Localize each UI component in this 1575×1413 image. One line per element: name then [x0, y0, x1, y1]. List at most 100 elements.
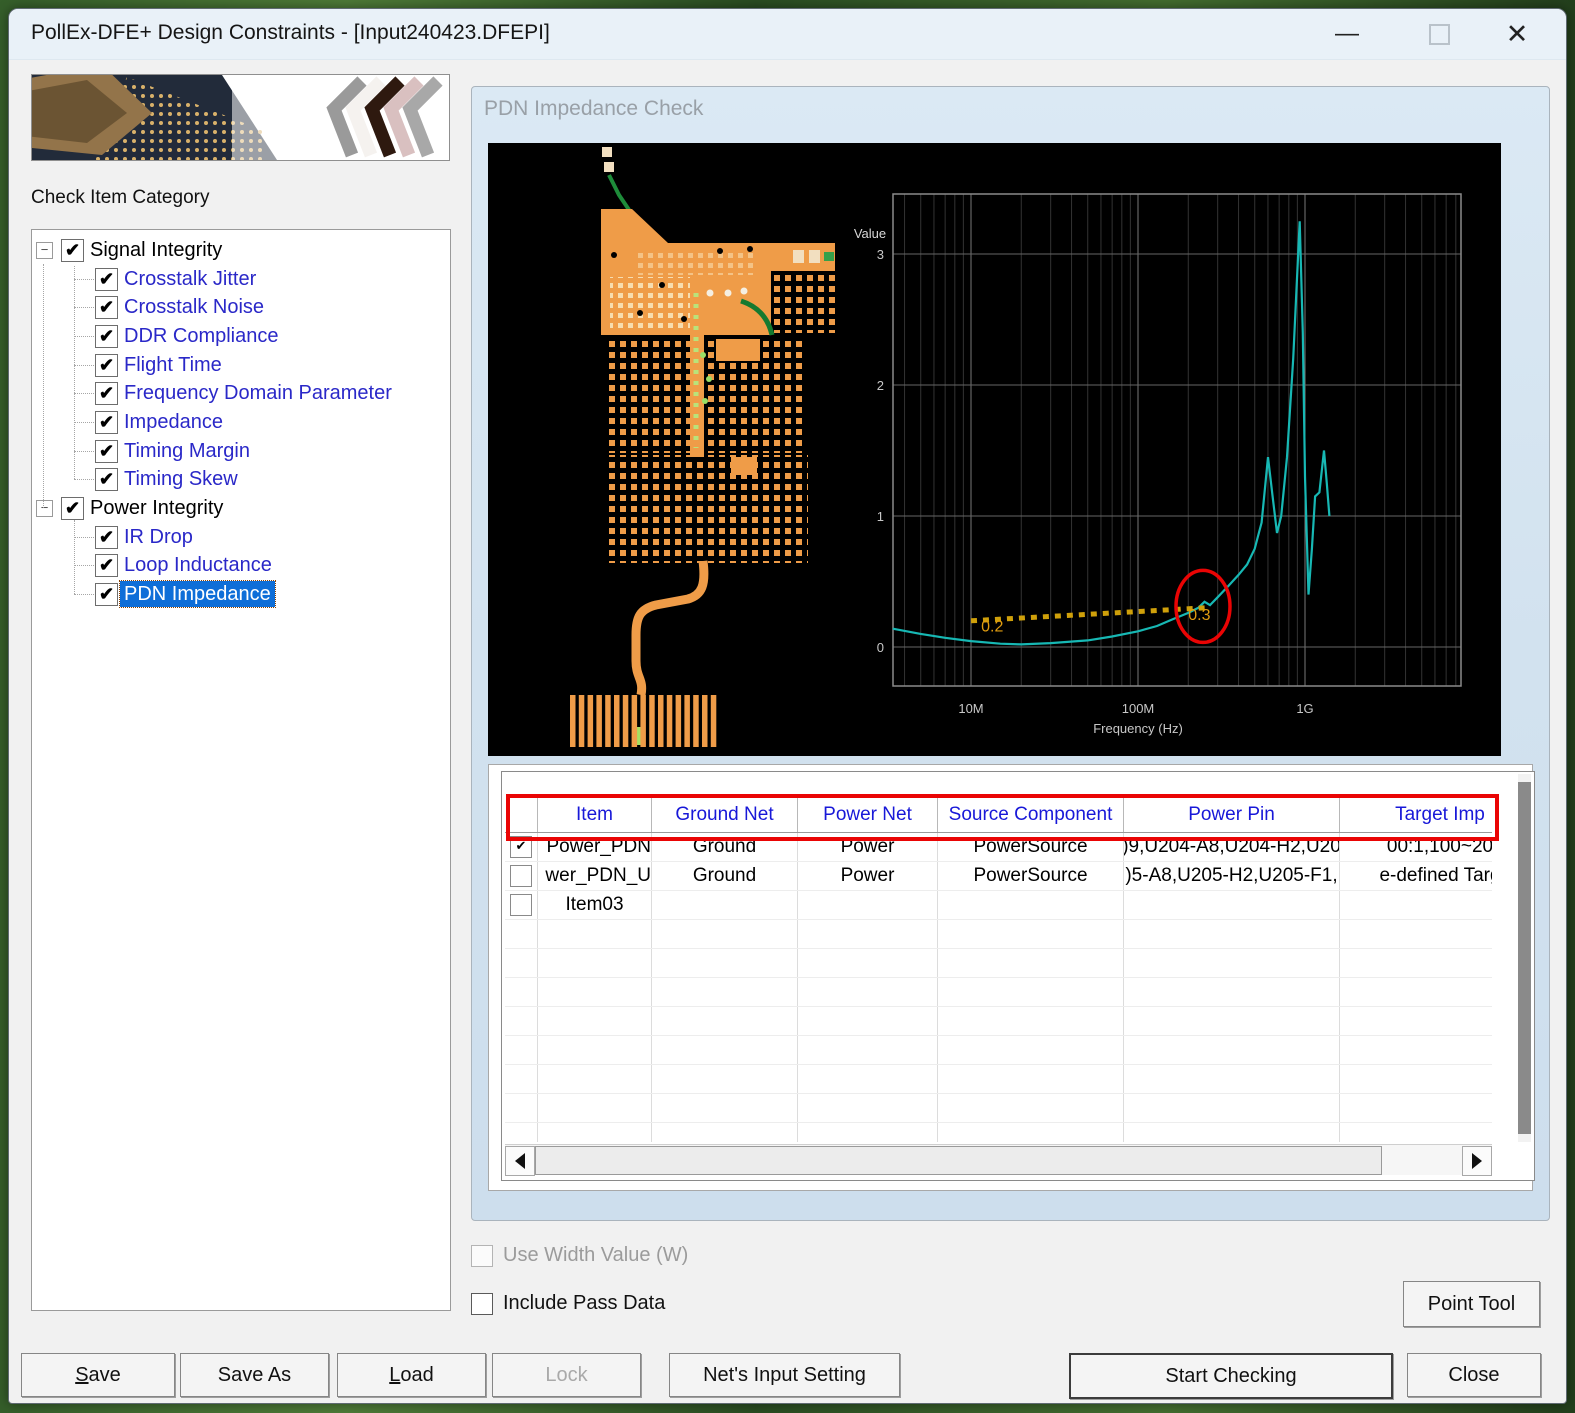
tree-item-signal-integrity[interactable]: −✔Signal Integrity [32, 236, 450, 264]
pcb-layout-graphic [570, 147, 835, 747]
column-header-item[interactable]: Item [538, 797, 652, 832]
table-cell[interactable]: Power [798, 862, 938, 890]
table-cell[interactable]: 00:1,100~20 [1340, 833, 1492, 861]
tree-item-timing-skew[interactable]: ✔Timing Skew [32, 465, 450, 493]
table-cell[interactable]: Ground [652, 862, 798, 890]
tree-item-power-integrity[interactable]: −✔Power Integrity [32, 494, 450, 522]
table-cell[interactable]: Item03 [538, 891, 652, 919]
connector-pin [658, 695, 664, 747]
row-checkbox[interactable] [510, 865, 532, 887]
tree-item-label[interactable]: Loop Inductance [120, 552, 276, 578]
tree-checkbox[interactable]: ✔ [95, 468, 118, 491]
tree-checkbox[interactable]: ✔ [95, 526, 118, 549]
table-cell[interactable]: Power_PDN [538, 833, 652, 861]
table-cell[interactable] [1340, 891, 1492, 919]
table-cell[interactable] [798, 891, 938, 919]
tree-checkbox[interactable]: ✔ [61, 239, 84, 262]
tree-item-label[interactable]: Frequency Domain Parameter [120, 380, 396, 406]
row-checkbox[interactable] [510, 894, 532, 916]
minimize-icon[interactable]: — [1324, 17, 1370, 51]
tree-item-frequency-domain-parameter[interactable]: ✔Frequency Domain Parameter [32, 379, 450, 407]
tree-item-label[interactable]: Power Integrity [86, 495, 227, 521]
column-header-power-net[interactable]: Power Net [798, 797, 938, 832]
tree-checkbox[interactable]: ✔ [61, 497, 84, 520]
tree-item-loop-inductance[interactable]: ✔Loop Inductance [32, 551, 450, 579]
table-cell[interactable]: wer_PDN_U [538, 862, 652, 890]
tree-checkbox[interactable]: ✔ [95, 268, 118, 291]
scroll-right-icon[interactable] [1462, 1146, 1492, 1176]
tree-item-pdn-impedance[interactable]: ✔PDN Impedance [32, 580, 450, 608]
tree-item-label[interactable]: Crosstalk Noise [120, 294, 268, 320]
vertical-scroll-thumb[interactable] [1518, 782, 1531, 1134]
tree-item-label[interactable]: Flight Time [120, 352, 226, 378]
table-cell[interactable] [938, 891, 1124, 919]
tree-item-label[interactable]: Crosstalk Jitter [120, 266, 260, 292]
save-as-button[interactable]: Save As [180, 1353, 329, 1397]
tree-item-ir-drop[interactable]: ✔IR Drop [32, 523, 450, 551]
maximize-icon[interactable] [1416, 17, 1462, 51]
horizontal-scrollbar[interactable] [505, 1144, 1492, 1175]
tree-item-crosstalk-jitter[interactable]: ✔Crosstalk Jitter [32, 265, 450, 293]
empty-cell [1124, 1123, 1340, 1142]
close-button[interactable]: Close [1407, 1353, 1541, 1397]
table-cell[interactable] [652, 891, 798, 919]
tree-item-label[interactable]: Signal Integrity [86, 237, 226, 263]
tree-item-label[interactable]: Impedance [120, 409, 227, 435]
tree-item-crosstalk-noise[interactable]: ✔Crosstalk Noise [32, 293, 450, 321]
save-button[interactable]: Save [21, 1353, 175, 1397]
table-row[interactable]: ✔ Power_PDNGroundPowerPowerSource)9,U204-… [505, 833, 1492, 862]
table-row[interactable]: wer_PDN_UGroundPowerPowerSource)5-A8,U20… [505, 862, 1492, 891]
row-checkbox[interactable]: ✔ [510, 836, 532, 858]
tree-checkbox[interactable]: ✔ [95, 583, 118, 606]
tree-item-label[interactable]: Timing Margin [120, 438, 254, 464]
empty-cell [652, 1065, 798, 1093]
empty-cell [938, 1007, 1124, 1035]
tree-checkbox[interactable]: ✔ [95, 440, 118, 463]
connector-pin [632, 695, 638, 747]
vertical-scrollbar[interactable] [1518, 774, 1531, 1142]
tree-checkbox[interactable]: ✔ [95, 382, 118, 405]
tree-checkbox[interactable]: ✔ [95, 296, 118, 319]
tree-item-label[interactable]: IR Drop [120, 524, 197, 550]
tree-item-impedance[interactable]: ✔Impedance [32, 408, 450, 436]
column-header-power-pin[interactable]: Power Pin [1124, 797, 1340, 832]
table-cell[interactable]: PowerSource [938, 833, 1124, 861]
close-icon[interactable]: ✕ [1494, 17, 1540, 51]
scroll-left-icon[interactable] [505, 1146, 535, 1176]
table-cell[interactable]: Power [798, 833, 938, 861]
tree-item-flight-time[interactable]: ✔Flight Time [32, 351, 450, 379]
x-tick-label: 10M [958, 701, 983, 716]
tree-checkbox[interactable]: ✔ [95, 554, 118, 577]
point-tool-button[interactable]: Point Tool [1403, 1281, 1540, 1327]
table-cell[interactable]: Ground [652, 833, 798, 861]
tree-item-ddr-compliance[interactable]: ✔DDR Compliance [32, 322, 450, 350]
table-cell[interactable]: )9,U204-A8,U204-H2,U20 [1124, 833, 1340, 861]
lock-button: Lock [492, 1353, 641, 1397]
tree-item-timing-margin[interactable]: ✔Timing Margin [32, 437, 450, 465]
column-header-source-component[interactable]: Source Component [938, 797, 1124, 832]
net-s-input-setting-button[interactable]: Net's Input Setting [669, 1353, 900, 1397]
tree-checkbox[interactable]: ✔ [95, 325, 118, 348]
tree-expander-icon[interactable]: − [36, 242, 53, 259]
horizontal-scroll-thumb[interactable] [535, 1146, 1382, 1175]
include-pass-checkbox[interactable] [471, 1293, 493, 1315]
table-row[interactable]: Item03 [505, 891, 1492, 920]
empty-cell [938, 920, 1124, 948]
load-button[interactable]: Load [337, 1353, 486, 1397]
tree-checkbox[interactable]: ✔ [95, 411, 118, 434]
table-cell[interactable] [1124, 891, 1340, 919]
table-cell[interactable]: )5-A8,U205-H2,U205-F1, [1124, 862, 1340, 890]
tree-item-label[interactable]: DDR Compliance [120, 323, 283, 349]
use-width-checkbox[interactable] [471, 1245, 493, 1267]
tree-checkbox[interactable]: ✔ [95, 354, 118, 377]
empty-cell [1340, 1036, 1492, 1064]
column-header-target-imp[interactable]: Target Imp [1340, 797, 1492, 832]
table-cell[interactable]: PowerSource [938, 862, 1124, 890]
tree-expander-icon[interactable]: − [36, 500, 53, 517]
table-cell[interactable]: e-defined Targ [1340, 862, 1492, 890]
tree-item-label[interactable]: PDN Impedance [120, 581, 275, 607]
column-header-ground-net[interactable]: Ground Net [652, 797, 798, 832]
connector-pin [684, 695, 690, 747]
tree-item-label[interactable]: Timing Skew [120, 466, 242, 492]
start-checking-button[interactable]: Start Checking [1069, 1353, 1393, 1399]
